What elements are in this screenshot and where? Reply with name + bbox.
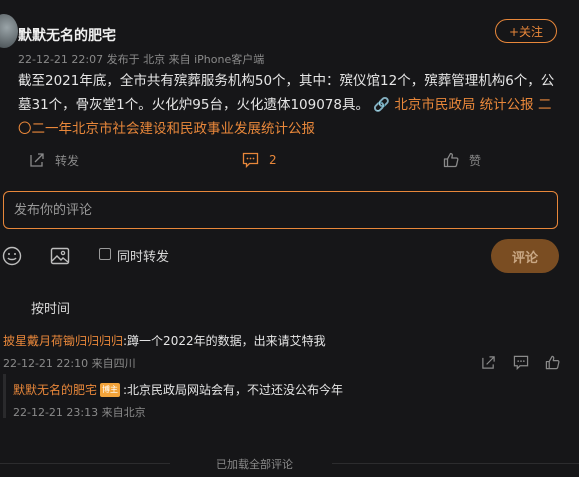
post-meta: 22-12-21 22:07 发布于 北京 来自 iPhone客户端 xyxy=(18,53,265,66)
reply-thread-bar xyxy=(3,374,6,418)
like-action[interactable]: 赞 xyxy=(443,150,481,170)
comment-like-icon[interactable] xyxy=(545,355,560,370)
thumbs-up-icon xyxy=(443,152,459,168)
follow-button[interactable]: +关注 xyxy=(495,19,557,43)
sort-by-time-tab[interactable]: 按时间 xyxy=(31,298,70,317)
link-icon: 🔗 xyxy=(373,97,391,113)
share-icon xyxy=(29,152,45,168)
also-repost-label: 同时转发 xyxy=(117,250,170,265)
reply-text: :北京民政局网站会有，不过还没公布今年 xyxy=(123,383,344,397)
comment-item: 披星戴月荷锄归归归归:蹲一个2022年的数据，出来请艾特我 xyxy=(3,332,326,349)
post-username[interactable]: 默默无名的肥宅 xyxy=(18,25,116,45)
comment-text: :蹲一个2022年的数据，出来请艾特我 xyxy=(123,334,326,348)
post-text: 截至2021年底，全市共有殡葬服务机构50个，其中：殡仪馆12个，殡葬管理机构6… xyxy=(18,69,563,141)
comment-author[interactable]: 披星戴月荷锄归归归归 xyxy=(3,334,123,348)
all-loaded-label: 已加载全部评论 xyxy=(216,458,293,471)
comment-count: 2 xyxy=(269,153,277,167)
like-label: 赞 xyxy=(469,153,482,168)
emoji-icon[interactable] xyxy=(2,246,22,266)
submit-comment-button[interactable]: 评论 xyxy=(491,239,559,273)
avatar[interactable] xyxy=(0,14,18,48)
reply-item: 默默无名的肥宅 博主 :北京民政局网站会有，不过还没公布今年 xyxy=(13,381,343,398)
image-icon[interactable] xyxy=(50,246,70,266)
reply-meta: 22-12-21 23:13 来自北京 xyxy=(13,406,146,419)
comment-share-icon[interactable] xyxy=(481,355,496,370)
comment-reply-icon[interactable] xyxy=(513,355,529,370)
source-link-label: 北京市民政局 统计公报 xyxy=(394,97,534,113)
comment-action[interactable]: 2 xyxy=(242,150,277,170)
comment-icon xyxy=(242,152,259,168)
reply-author[interactable]: 默默无名的肥宅 xyxy=(13,381,97,398)
divider xyxy=(0,463,170,464)
source-link[interactable]: 🔗 北京市民政局 统计公报 xyxy=(373,97,538,113)
divider xyxy=(332,463,579,464)
comment-input[interactable] xyxy=(3,191,558,229)
repost-label: 转发 xyxy=(55,153,80,168)
author-badge: 博主 xyxy=(100,382,121,397)
also-repost-checkbox[interactable] xyxy=(99,248,111,260)
repost-action[interactable]: 转发 xyxy=(29,150,79,170)
comment-meta: 22-12-21 22:10 来自四川 xyxy=(3,357,136,370)
